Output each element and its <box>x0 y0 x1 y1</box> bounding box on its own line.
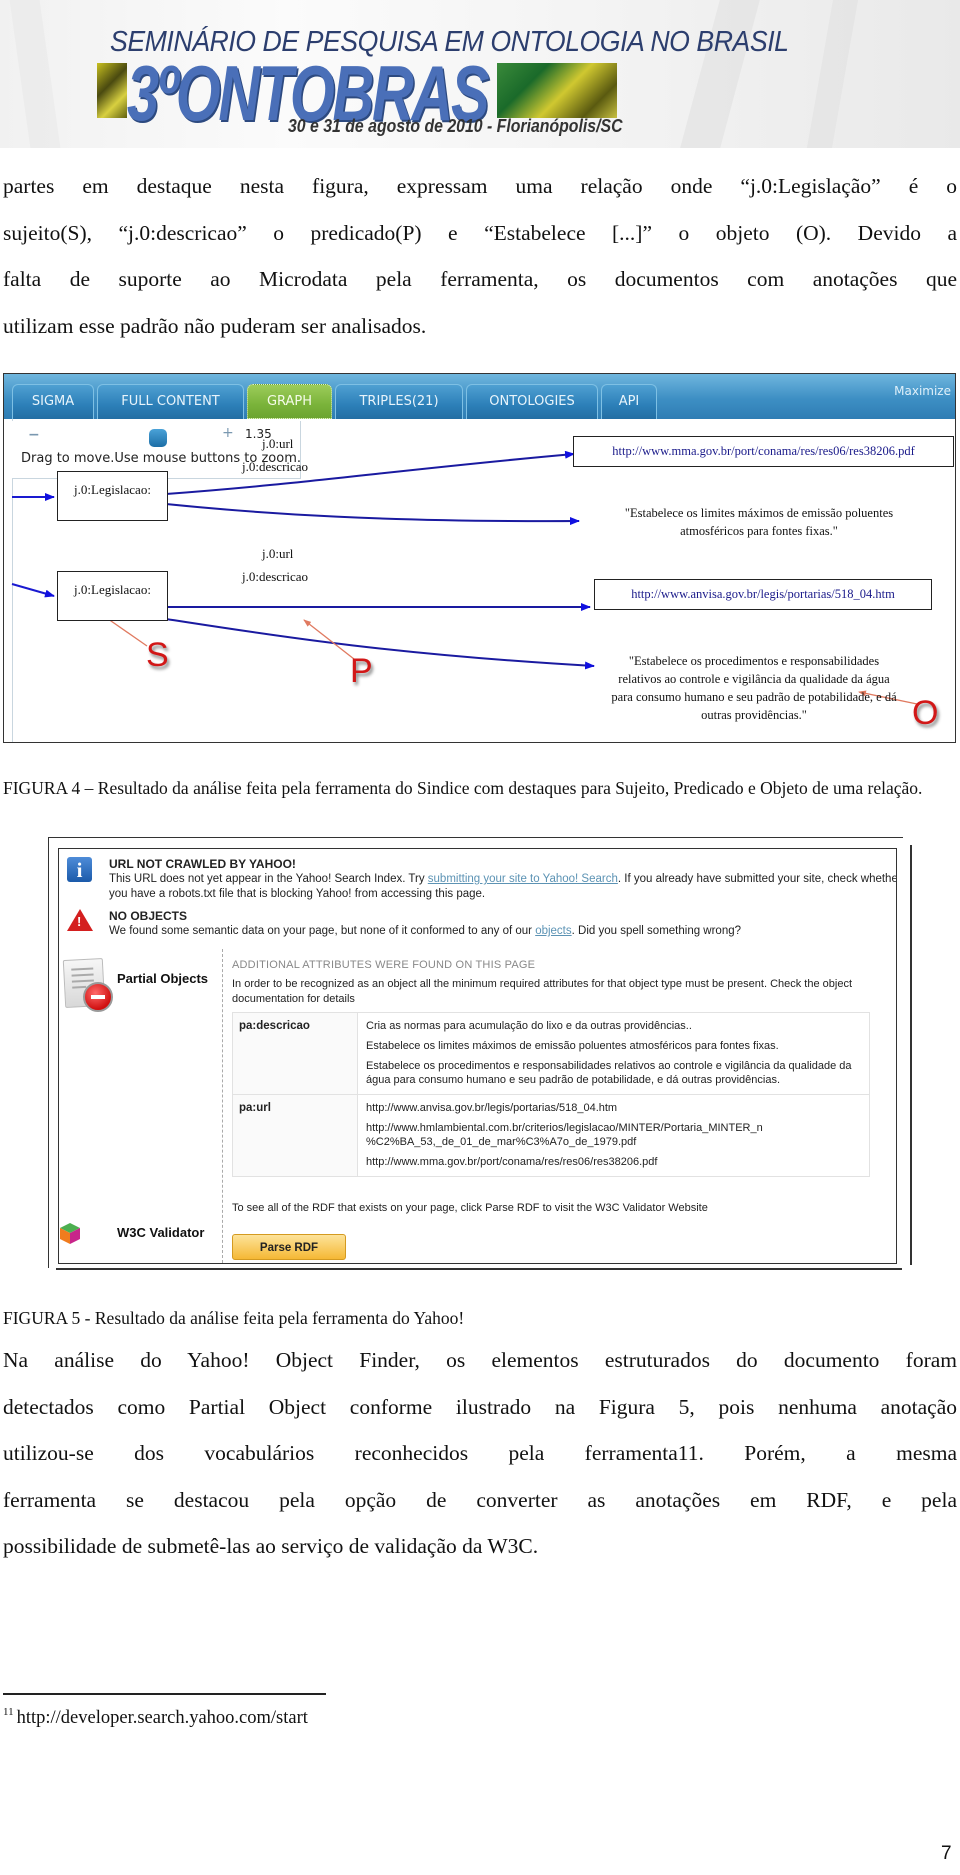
not-crawled-title: URL NOT CRAWLED BY YAHOO! <box>109 857 296 871</box>
banner-dates: 30 e 31 de agosto de 2010 - Florianópoli… <box>288 116 623 136</box>
partial-objects-label: Partial Objects <box>117 971 209 986</box>
predicate-label-descricao: j.0:descricao <box>242 569 309 584</box>
message-text: . If you already have submitted your sit… <box>617 873 897 885</box>
tab-ontologies[interactable]: ONTOLOGIES <box>466 384 598 419</box>
annotation-predicate: P <box>350 652 373 690</box>
paragraph-line: falta de suporte ao Microdata pela ferra… <box>3 267 957 291</box>
warning-icon: ! <box>67 909 93 931</box>
attributes-table: pa:descricao Cria as normas para acumula… <box>232 1012 870 1177</box>
frame-shadow-right <box>910 845 912 1265</box>
paragraph-line: utilizam esse padrão não puderam ser ana… <box>3 313 427 338</box>
predicate-label-descricao: j.0:descricao <box>242 459 309 474</box>
figure-4-caption: FIGURA 4 – Resultado da análise feita pe… <box>3 778 923 798</box>
literal-object-node: "Estabelece os limites máximos de emissã… <box>624 506 894 538</box>
zoom-out-button[interactable]: − <box>28 427 40 443</box>
not-crawled-line2: you have a robots.txt file that is block… <box>109 888 486 900</box>
w3c-cube-icon <box>60 1223 80 1244</box>
predicate-label-url: j.0:url <box>262 436 294 451</box>
w3c-validator-label: W3C Validator <box>117 1225 205 1240</box>
annotation-object: O <box>912 694 939 732</box>
submit-site-link[interactable]: submitting your site to Yahoo! Search <box>428 873 618 885</box>
stop-icon <box>83 982 113 1012</box>
footnote-number: 11 <box>3 1706 14 1718</box>
tab-full-content[interactable]: FULL CONTENT <box>97 384 244 419</box>
url-object-node[interactable]: http://www.anvisa.gov.br/legis/portarias… <box>594 579 932 610</box>
attribute-values: http://www.anvisa.gov.br/legis/portarias… <box>358 1095 869 1176</box>
not-crawled-message: URL NOT CRAWLED BY YAHOO! This URL does … <box>109 857 897 902</box>
additional-attributes-title: ADDITIONAL ATTRIBUTES WERE FOUND ON THIS… <box>232 959 536 971</box>
footnote-rule <box>3 1693 326 1695</box>
attribute-values: Cria as normas para acumulação do lixo e… <box>358 1013 869 1094</box>
subject-node[interactable]: j.0:Legislacao: <box>57 571 168 621</box>
literal-object-node: "Estabelece os procedimentos e responsab… <box>611 654 897 722</box>
footnote-link[interactable]: http://developer.search.yahoo.com/start <box>17 1708 308 1728</box>
attribute-value: http://www.mma.gov.br/port/conama/res/re… <box>366 1156 658 1168</box>
predicate-label-url: j.0:url <box>262 546 294 561</box>
figure-4-sindice-graph: SIGMA FULL CONTENT GRAPH TRIPLES(21) ONT… <box>3 373 956 743</box>
paragraph-line: sujeito(S), “j.0:descricao” o predicado(… <box>3 220 957 245</box>
subject-node[interactable]: j.0:Legislacao: <box>57 471 168 521</box>
dashed-divider <box>222 949 223 1263</box>
attribute-value: Estabelece os procedimentos e responsabi… <box>366 1060 852 1086</box>
message-text: This URL does not yet appear in the Yaho… <box>109 873 428 885</box>
banner-texture <box>680 0 760 148</box>
figure-5-yahoo-object-finder: i URL NOT CRAWLED BY YAHOO! This URL doe… <box>58 848 897 1264</box>
url-object-node[interactable]: http://www.mma.gov.br/port/conama/res/re… <box>573 436 954 467</box>
message-text: . Did you spell something wrong? <box>571 925 742 937</box>
tab-triples[interactable]: TRIPLES(21) <box>335 384 463 419</box>
banner-texture <box>806 0 859 148</box>
annotation-subject: S <box>146 636 169 674</box>
objects-link[interactable]: objects <box>535 925 571 937</box>
tab-graph[interactable]: GRAPH <box>247 384 332 419</box>
paragraph-line: ferramenta se destacou pela opção de con… <box>3 1487 957 1512</box>
paragraph-line: detectados como Partial Object conforme … <box>3 1394 957 1419</box>
attribute-value: http://www.anvisa.gov.br/legis/portarias… <box>366 1102 618 1114</box>
tab-sigma[interactable]: SIGMA <box>12 384 94 419</box>
paragraph-line: possibilidade de submetê-las ao serviço … <box>3 1534 539 1558</box>
paragraph-line: partes em destaque nesta figura, express… <box>3 174 957 198</box>
maximize-button[interactable]: Maximize <box>894 384 951 398</box>
table-row: pa:url http://www.anvisa.gov.br/legis/po… <box>233 1095 869 1176</box>
no-objects-line: We found some semantic data on your page… <box>109 924 741 939</box>
tab-api[interactable]: API <box>601 384 657 419</box>
banner-texture <box>9 0 61 148</box>
no-objects-message: NO OBJECTS We found some semantic data o… <box>109 909 741 939</box>
conference-banner: SEMINÁRIO DE PESQUISA EM ONTOLOGIA NO BR… <box>0 0 960 148</box>
additional-attributes-description: In order to be recognized as an object a… <box>232 978 853 1005</box>
body-paragraph-1: partes em destaque nesta figura, express… <box>3 163 957 349</box>
parse-rdf-button[interactable]: Parse RDF <box>232 1234 346 1260</box>
message-text: We found some semantic data on your page… <box>109 925 536 937</box>
info-icon: i <box>67 857 92 882</box>
attribute-key: pa:url <box>233 1095 358 1176</box>
attribute-value: Estabelece os limites máximos de emissão… <box>366 1040 779 1052</box>
tab-bar: SIGMA FULL CONTENT GRAPH TRIPLES(21) ONT… <box>4 374 955 419</box>
attribute-value: http://www.hmlambiental.com.br/criterios… <box>366 1122 763 1148</box>
zoom-slider-handle[interactable] <box>149 429 167 447</box>
frame-shadow-bottom <box>56 1268 902 1270</box>
table-row: pa:descricao Cria as normas para acumula… <box>233 1013 869 1095</box>
footnote: 11 http://developer.search.yahoo.com/star… <box>3 1706 308 1729</box>
no-objects-title: NO OBJECTS <box>109 909 188 923</box>
body-paragraph-2: Na análise do Yahoo! Object Finder, os e… <box>3 1337 957 1570</box>
rdf-description: To see all of the RDF that exists on you… <box>232 1202 708 1214</box>
attribute-value: Cria as normas para acumulação do lixo e… <box>366 1020 692 1032</box>
attribute-key: pa:descricao <box>233 1013 358 1094</box>
paragraph-line: Na análise do Yahoo! Object Finder, os e… <box>3 1348 957 1372</box>
page-number: 7 <box>941 1843 952 1864</box>
not-crawled-line1: This URL does not yet appear in the Yaho… <box>109 872 897 887</box>
logo-photo-left <box>97 63 127 118</box>
zoom-in-button[interactable]: + <box>222 425 234 441</box>
paragraph-line: utilizou-se dos vocabulários reconhecido… <box>3 1441 957 1465</box>
logo-photo-right <box>497 63 617 118</box>
figure-5-caption: FIGURA 5 - Resultado da análise feita pe… <box>3 1308 465 1328</box>
